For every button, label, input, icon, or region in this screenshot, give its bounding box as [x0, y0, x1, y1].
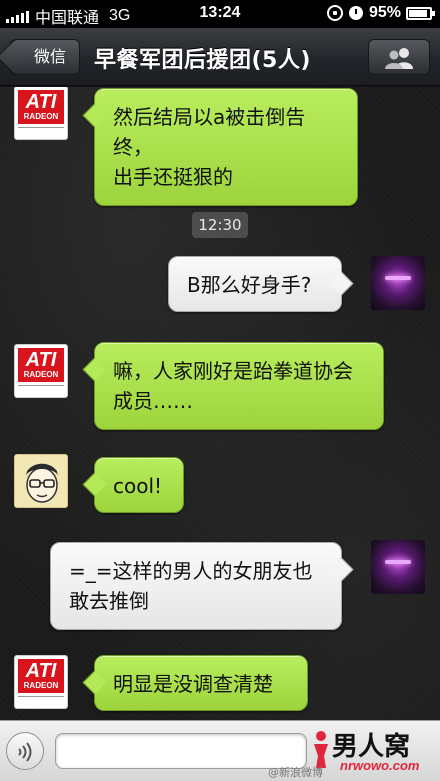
nav-bar: 微信 早餐军团后援团(5人) — [0, 28, 440, 86]
status-right: 95% — [326, 4, 435, 22]
watermark-figure-icon — [314, 731, 328, 768]
voice-icon — [18, 742, 32, 762]
ati-logo-text: ATI — [25, 660, 57, 682]
ati-logo-text: ATI — [25, 349, 57, 371]
cartoon-face-icon — [26, 463, 58, 503]
ati-sub-text: RADEON — [23, 370, 59, 379]
ati-sub-text: RADEON — [23, 112, 59, 121]
message-bubble[interactable]: 嘛，人家刚好是跆拳道协会 成员…… — [94, 342, 384, 430]
message-line: 出手还挺狠的 — [113, 165, 233, 189]
people-icon — [385, 48, 413, 69]
message-bubble[interactable]: 然后结局以a被击倒告终， 出手还挺狠的 — [94, 88, 358, 206]
alarm-icon — [348, 6, 363, 20]
cartoon-glasses-avatar[interactable] — [14, 454, 68, 508]
ati-sub-text: RADEON — [23, 681, 59, 690]
timestamp-label: 12:30 — [192, 212, 248, 238]
message-line: 敢去推倒 — [69, 589, 149, 613]
ati-radeon-avatar[interactable]: ATI RADEON — [14, 655, 68, 709]
site-watermark: 男人窝 nrwowo.com — [306, 724, 440, 781]
message-line: B那么好身手? — [187, 273, 312, 297]
battery-percentage: 95% — [368, 4, 401, 21]
message-bubble[interactable]: 明显是没调查清楚 — [94, 655, 308, 711]
rotation-lock-icon — [326, 5, 343, 21]
message-line: cool! — [113, 474, 163, 498]
message-bubble[interactable]: =_=这样的男人的女朋友也 敢去推倒 — [50, 542, 342, 630]
message-line: 明显是没调查清楚 — [113, 672, 273, 696]
message-line: =_=这样的男人的女朋友也 — [69, 559, 313, 583]
voice-input-button[interactable] — [6, 732, 44, 770]
ati-radeon-avatar[interactable]: ATI RADEON — [14, 344, 68, 398]
message-line: 嘛，人家刚好是跆拳道协会 — [113, 359, 353, 383]
purple-character-avatar[interactable] — [371, 256, 425, 310]
weibo-watermark: @新浪微博 — [268, 766, 323, 779]
message-bubble[interactable]: cool! — [94, 457, 184, 513]
chat-area[interactable]: ATI RADEON 然后结局以a被击倒告终， 出手还挺狠的 12:30 B那么好… — [0, 87, 440, 720]
message-line: 成员…… — [113, 389, 193, 413]
purple-character-avatar[interactable] — [371, 540, 425, 594]
battery-icon — [406, 6, 435, 20]
group-members-button[interactable] — [368, 39, 430, 75]
ati-radeon-avatar[interactable]: ATI RADEON — [14, 87, 68, 140]
message-bubble[interactable]: B那么好身手? — [168, 256, 342, 312]
back-button-label: 微信 — [33, 47, 66, 66]
chat-title: 早餐军团后援团(5人) — [94, 48, 311, 73]
ati-logo-text: ATI — [25, 91, 57, 113]
back-button[interactable]: 微信 — [10, 39, 80, 75]
message-line: 然后结局以a被击倒告终， — [113, 105, 306, 159]
status-bar: 中国联通 3G 13:24 95% — [0, 0, 440, 28]
watermark-url: nrwowo.com — [340, 758, 420, 773]
